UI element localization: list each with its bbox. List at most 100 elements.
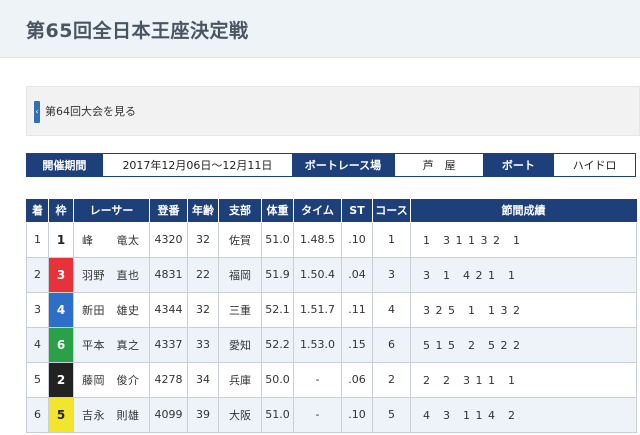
col-header-place: 着 [26, 199, 49, 223]
frame-badge: 6 [49, 327, 73, 362]
cell-course: 4 [372, 291, 411, 328]
cell-racer: 羽野 直也 [73, 256, 150, 293]
cell-place: 3 [26, 291, 49, 328]
period-label: 開催期間 [27, 154, 102, 176]
period-value: 2017年12月06日〜12月11日 [101, 154, 293, 176]
cell-st: .10 [341, 221, 373, 258]
cell-st: .04 [341, 256, 373, 293]
frame-badge: 5 [49, 397, 73, 432]
cell-reg: 4337 [149, 326, 188, 363]
cell-time: 1.50.4 [293, 256, 342, 293]
cell-time: 1.51.7 [293, 291, 342, 328]
boat-value: ハイドロ [553, 154, 635, 176]
frame-badge: 2 [49, 362, 73, 397]
cell-weight: 51.0 [261, 396, 294, 433]
col-header-reg: 登番 [149, 199, 188, 223]
cell-time: - [293, 396, 342, 433]
cell-age: 34 [187, 361, 219, 398]
col-header-frame: 枠 [48, 199, 74, 223]
frame-badge: 4 [49, 292, 73, 327]
cell-age: 39 [187, 396, 219, 433]
previous-tournament-button[interactable]: ‹ [34, 101, 40, 123]
previous-tournament-box: ‹ 第64回大会を見る [26, 86, 640, 136]
cell-racer: 藤岡 俊介 [73, 361, 150, 398]
cell-reg: 4320 [149, 221, 188, 258]
cell-frame: 6 [48, 326, 74, 363]
table-row: 11峰 竜太 4320 32 佐賀 51.0 1.48.5.10 1 1 3 1 1 3 2 … [26, 221, 637, 258]
boat-label: ボート [483, 154, 554, 176]
cell-st: .10 [341, 396, 373, 433]
cell-frame: 3 [48, 256, 74, 293]
col-header-st: ST [341, 199, 373, 223]
cell-weight: 51.9 [261, 256, 294, 293]
cell-racer: 新田 雄史 [73, 291, 150, 328]
cell-branch: 愛知 [218, 326, 262, 363]
cell-course: 5 [372, 396, 411, 433]
table-row: 5 2 藤岡 俊介 4278 34 兵庫 50.0- .06 2 2 2 3 1 1 1 [26, 361, 637, 398]
col-header-branch: 支部 [218, 199, 262, 223]
frame-badge: 1 [49, 222, 73, 257]
cell-record: 2 2 3 1 1 1 [410, 361, 637, 398]
col-header-record: 節間成績 [410, 199, 637, 223]
cell-reg: 4831 [149, 256, 188, 293]
cell-st: .06 [341, 361, 373, 398]
cell-age: 22 [187, 256, 219, 293]
previous-tournament-link[interactable]: 第64回大会を見る [45, 103, 136, 119]
venue-value: 芦 屋 [393, 154, 484, 176]
col-header-weight: 体重 [261, 199, 294, 223]
cell-reg: 4278 [149, 361, 188, 398]
cell-record: 1 3 1 1 3 2 1 [410, 221, 637, 258]
cell-frame: 2 [48, 361, 74, 398]
cell-weight: 52.1 [261, 291, 294, 328]
cell-branch: 大阪 [218, 396, 262, 433]
cell-time: - [293, 361, 342, 398]
table-row: 6 5 吉永 則雄 4099 39 大阪 51.0- .10 5 4 3 1 1 4 2 [26, 396, 637, 433]
results-table: 着 枠 レーサー 登番 年齢 支部 体重 タイム ST コース 節間成績 11峰… [26, 199, 637, 433]
col-header-course: コース [372, 199, 411, 223]
cell-age: 32 [187, 221, 219, 258]
cell-place: 6 [26, 396, 49, 433]
cell-place: 2 [26, 256, 49, 293]
table-row: 2 3 羽野 直也 4831 22 福岡 51.9 1.50.4.04 3 3 1 4 2 1 1 [26, 256, 637, 293]
cell-time: 1.53.0 [293, 326, 342, 363]
col-header-age: 年齢 [187, 199, 219, 223]
cell-course: 2 [372, 361, 411, 398]
cell-reg: 4099 [149, 396, 188, 433]
table-row: 3 4 新田 雄史 4344 32 三重 52.1 1.51.7.11 4 3 2 5 1 1 3… [26, 291, 637, 328]
cell-record: 5 1 5 2 5 2 2 [410, 326, 637, 363]
cell-age: 32 [187, 291, 219, 328]
cell-frame: 1 [48, 221, 74, 258]
cell-racer: 峰 竜太 [73, 221, 150, 258]
cell-racer: 平本 真之 [73, 326, 150, 363]
cell-course: 1 [372, 221, 411, 258]
cell-weight: 51.0 [261, 221, 294, 258]
page-header: 第65回全日本王座決定戦 [0, 0, 640, 58]
cell-weight: 50.0 [261, 361, 294, 398]
cell-place: 1 [26, 221, 49, 258]
cell-frame: 4 [48, 291, 74, 328]
frame-badge: 3 [49, 257, 73, 292]
col-header-time: タイム [293, 199, 342, 223]
cell-place: 5 [26, 361, 49, 398]
cell-record: 4 3 1 1 4 2 [410, 396, 637, 433]
table-row: 4 6 平本 真之 4337 33 愛知 52.2 1.53.0.15 6 5 1 5 2 5 2… [26, 326, 637, 363]
cell-branch: 三重 [218, 291, 262, 328]
cell-weight: 52.2 [261, 326, 294, 363]
cell-st: .15 [341, 326, 373, 363]
cell-record: 3 1 4 2 1 1 [410, 256, 637, 293]
cell-branch: 佐賀 [218, 221, 262, 258]
cell-place: 4 [26, 326, 49, 363]
page-title: 第65回全日本王座決定戦 [26, 20, 249, 42]
col-header-racer: レーサー [73, 199, 150, 223]
cell-reg: 4344 [149, 291, 188, 328]
cell-time: 1.48.5 [293, 221, 342, 258]
cell-age: 33 [187, 326, 219, 363]
cell-racer: 吉永 則雄 [73, 396, 150, 433]
cell-course: 3 [372, 256, 411, 293]
race-info-bar: 開催期間 2017年12月06日〜12月11日 ボートレース場 芦 屋 ボート … [26, 153, 636, 177]
cell-frame: 5 [48, 396, 74, 433]
venue-label: ボートレース場 [292, 154, 394, 176]
cell-branch: 福岡 [218, 256, 262, 293]
cell-record: 3 2 5 1 1 3 2 [410, 291, 637, 328]
results-header-row: 着 枠 レーサー 登番 年齢 支部 体重 タイム ST コース 節間成績 [26, 199, 637, 223]
